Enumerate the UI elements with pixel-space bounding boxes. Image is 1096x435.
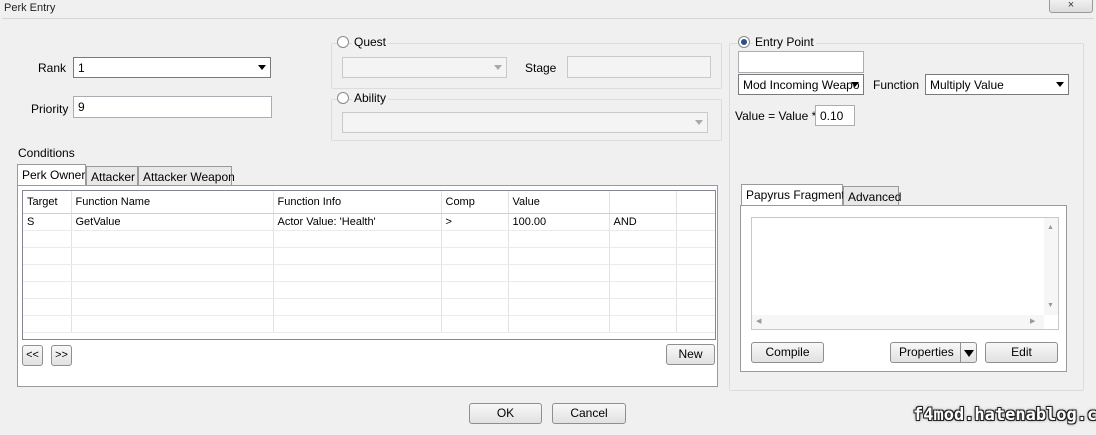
fragment-textarea[interactable]: ▲ ▼ ◀ ▶ bbox=[751, 217, 1059, 330]
entry-point-radio[interactable] bbox=[738, 36, 750, 48]
split-divider bbox=[960, 343, 961, 362]
horizontal-scrollbar[interactable]: ◀ ▶ bbox=[752, 315, 1044, 329]
tab-attacker[interactable]: Attacker bbox=[86, 166, 138, 185]
conditions-label: Conditions bbox=[18, 146, 75, 160]
cell-extra bbox=[676, 213, 715, 231]
new-condition-button[interactable]: New bbox=[666, 344, 715, 365]
ability-select[interactable] bbox=[342, 112, 708, 133]
tab-label: Attacker bbox=[91, 170, 136, 184]
column-header-value[interactable]: Value bbox=[508, 191, 610, 214]
entry-point-select[interactable]: Mod Incoming Weapo bbox=[738, 74, 864, 95]
title-bar: Perk Entry bbox=[0, 0, 1096, 18]
tab-label: Attacker Weapon bbox=[143, 170, 235, 184]
chevron-down-icon bbox=[695, 120, 703, 125]
cancel-button[interactable]: Cancel bbox=[552, 403, 626, 424]
move-right-button[interactable]: >> bbox=[51, 345, 72, 366]
chevron-down-icon bbox=[258, 65, 266, 70]
quest-select[interactable] bbox=[342, 57, 507, 78]
vertical-scrollbar[interactable]: ▲ ▼ bbox=[1044, 218, 1058, 315]
column-header-extra bbox=[676, 191, 715, 214]
cell-andor: AND bbox=[609, 213, 677, 231]
entry-point-value: Mod Incoming Weapo bbox=[743, 78, 860, 92]
table-header-row: Target Function Name Function Info Comp … bbox=[23, 191, 715, 214]
move-left-button[interactable]: << bbox=[22, 345, 43, 366]
scroll-up-icon[interactable]: ▲ bbox=[1047, 224, 1054, 231]
chevron-down-icon bbox=[1056, 82, 1064, 87]
cell-function-info: Actor Value: 'Health' bbox=[273, 213, 442, 231]
empty-row bbox=[23, 298, 715, 316]
tab-label: Papyrus Fragment bbox=[746, 188, 845, 202]
column-header-target[interactable]: Target bbox=[23, 191, 72, 214]
tab-label: Perk Owner bbox=[22, 168, 86, 182]
chevron-down-icon bbox=[851, 82, 859, 87]
column-header-comp[interactable]: Comp bbox=[441, 191, 509, 214]
tab-label: Advanced bbox=[848, 190, 902, 204]
priority-label: Priority bbox=[31, 102, 69, 116]
priority-input[interactable]: 9 bbox=[73, 96, 272, 118]
entry-point-text-input[interactable] bbox=[738, 51, 864, 73]
conditions-table: Target Function Name Function Info Comp … bbox=[22, 190, 716, 340]
table-row[interactable]: S GetValue Actor Value: 'Health' > 100.0… bbox=[23, 213, 715, 231]
column-header-function-name[interactable]: Function Name bbox=[71, 191, 274, 214]
scroll-down-icon[interactable]: ▼ bbox=[1047, 302, 1054, 309]
function-value: Multiply Value bbox=[930, 78, 1004, 92]
properties-label: Properties bbox=[899, 345, 954, 359]
tab-advanced[interactable]: Advanced bbox=[843, 186, 902, 205]
empty-row bbox=[23, 247, 715, 265]
tab-perk-owner[interactable]: Perk Owner bbox=[17, 164, 86, 185]
dropdown-arrow-icon[interactable] bbox=[964, 350, 974, 357]
function-select[interactable]: Multiply Value bbox=[925, 74, 1069, 95]
cell-function-name: GetValue bbox=[71, 213, 274, 231]
close-icon: × bbox=[1067, 0, 1075, 11]
ability-radio[interactable] bbox=[337, 92, 349, 104]
quest-label: Quest bbox=[352, 35, 389, 49]
entry-point-label: Entry Point bbox=[753, 35, 816, 49]
properties-button[interactable]: Properties bbox=[890, 342, 977, 363]
ability-label: Ability bbox=[352, 91, 389, 105]
cell-comp: > bbox=[441, 213, 509, 231]
value-input[interactable]: 0.10 bbox=[815, 105, 855, 126]
chevron-down-icon bbox=[494, 65, 502, 70]
column-header-function-info[interactable]: Function Info bbox=[273, 191, 442, 214]
ok-button[interactable]: OK bbox=[469, 403, 542, 424]
stage-input[interactable] bbox=[567, 56, 711, 78]
tab-papyrus-fragment[interactable]: Papyrus Fragment bbox=[741, 184, 845, 205]
rank-label: Rank bbox=[38, 61, 67, 75]
column-header-andor[interactable] bbox=[609, 191, 677, 214]
stage-label: Stage bbox=[525, 61, 557, 75]
cell-target: S bbox=[23, 213, 72, 231]
edit-button[interactable]: Edit bbox=[985, 342, 1058, 363]
rank-value: 1 bbox=[78, 61, 85, 75]
function-label: Function bbox=[873, 78, 920, 92]
scroll-left-icon[interactable]: ◀ bbox=[756, 317, 761, 325]
scroll-right-icon[interactable]: ▶ bbox=[1030, 317, 1035, 325]
watermark: f4mod.hatenablog.com bbox=[913, 405, 1096, 425]
empty-row bbox=[23, 264, 715, 282]
rank-select[interactable]: 1 bbox=[73, 57, 271, 78]
quest-radio[interactable] bbox=[337, 36, 349, 48]
window-title: Perk Entry bbox=[4, 2, 56, 14]
cell-value: 100.00 bbox=[508, 213, 610, 231]
empty-row bbox=[23, 281, 715, 299]
tab-attacker-weapon[interactable]: Attacker Weapon bbox=[138, 166, 235, 185]
empty-row bbox=[23, 230, 715, 248]
value-formula-label: Value = Value * bbox=[735, 109, 817, 123]
empty-row bbox=[23, 315, 715, 333]
close-button[interactable]: × bbox=[1049, 0, 1093, 13]
compile-button[interactable]: Compile bbox=[751, 342, 824, 363]
